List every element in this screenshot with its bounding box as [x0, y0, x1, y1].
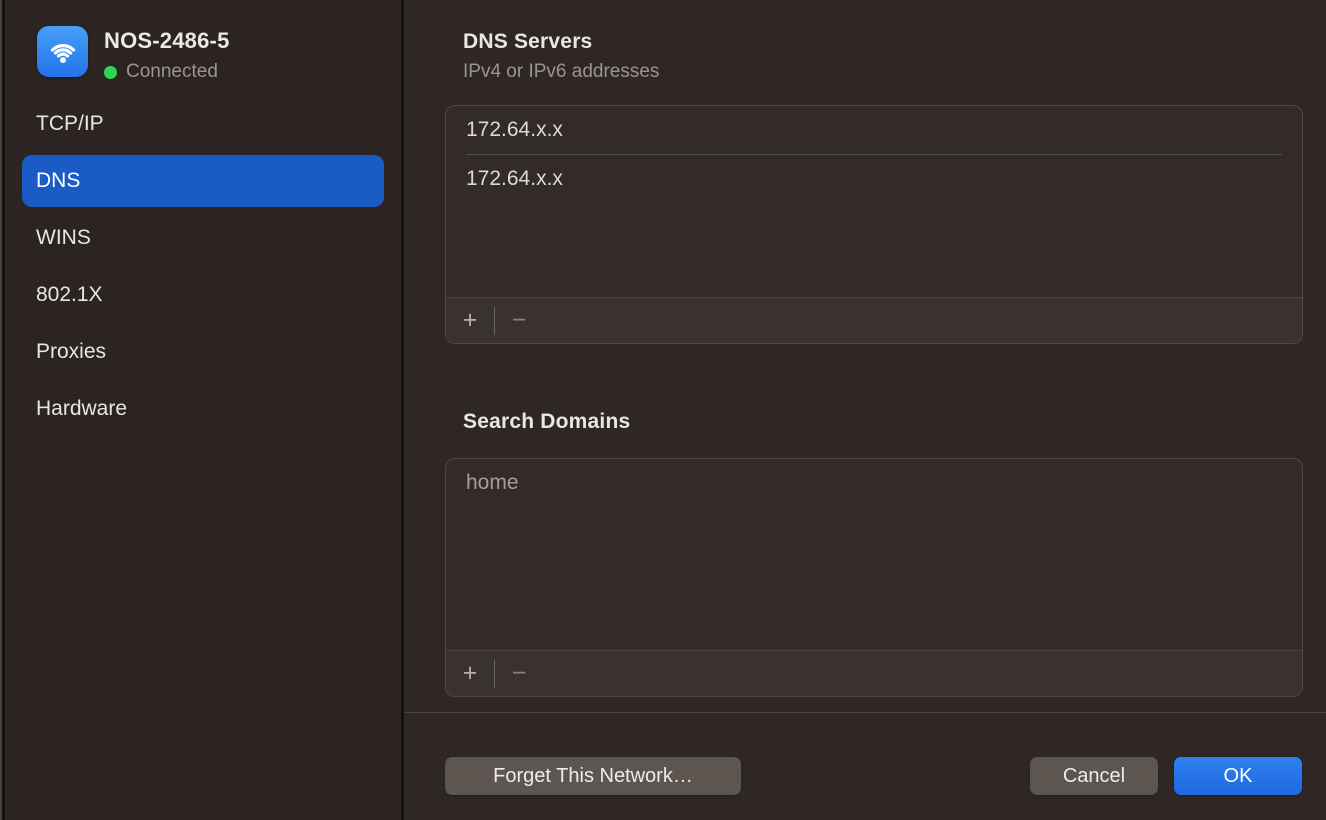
network-info: NOS-2486-5 Connected	[104, 26, 230, 83]
footer-divider	[404, 712, 1326, 713]
remove-search-domain-button[interactable]: −	[495, 651, 543, 696]
dns-servers-subtitle: IPv4 or IPv6 addresses	[463, 61, 659, 83]
ok-button[interactable]: OK	[1174, 757, 1302, 795]
sidebar-item-proxies[interactable]: Proxies	[22, 326, 384, 378]
forget-network-button[interactable]: Forget This Network…	[445, 757, 741, 795]
sidebar: NOS-2486-5 Connected TCP/IP DNS WINS 802…	[5, 0, 401, 820]
connected-status-dot	[104, 66, 117, 79]
dns-server-entry[interactable]: 172.64.x.x	[446, 155, 1302, 203]
sidebar-item-hardware[interactable]: Hardware	[22, 383, 384, 435]
search-domains-listbox: home + −	[445, 458, 1303, 697]
add-search-domain-button[interactable]: +	[446, 651, 494, 696]
sidebar-item-wins[interactable]: WINS	[22, 212, 384, 264]
remove-dns-server-button[interactable]: −	[495, 298, 543, 343]
connected-status-label: Connected	[126, 61, 218, 83]
sidebar-item-8021x[interactable]: 802.1X	[22, 269, 384, 321]
wifi-icon	[37, 26, 88, 77]
sidebar-item-tcpip[interactable]: TCP/IP	[22, 98, 384, 150]
cancel-button[interactable]: Cancel	[1030, 757, 1158, 795]
sidebar-menu: TCP/IP DNS WINS 802.1X Proxies Hardware	[22, 98, 384, 440]
dns-servers-title: DNS Servers	[463, 30, 592, 54]
network-status: Connected	[104, 61, 230, 83]
dns-servers-toolbar: + −	[446, 297, 1302, 343]
network-header: NOS-2486-5 Connected	[37, 26, 230, 83]
content-pane: DNS Servers IPv4 or IPv6 addresses 172.6…	[404, 0, 1326, 820]
dns-servers-listbox: 172.64.x.x 172.64.x.x + −	[445, 105, 1303, 344]
sidebar-item-dns[interactable]: DNS	[22, 155, 384, 207]
dns-server-entry[interactable]: 172.64.x.x	[446, 106, 1302, 154]
search-domain-entry[interactable]: home	[446, 459, 1302, 507]
search-domains-toolbar: + −	[446, 650, 1302, 696]
network-name: NOS-2486-5	[104, 28, 230, 54]
search-domains-title: Search Domains	[463, 410, 630, 434]
add-dns-server-button[interactable]: +	[446, 298, 494, 343]
